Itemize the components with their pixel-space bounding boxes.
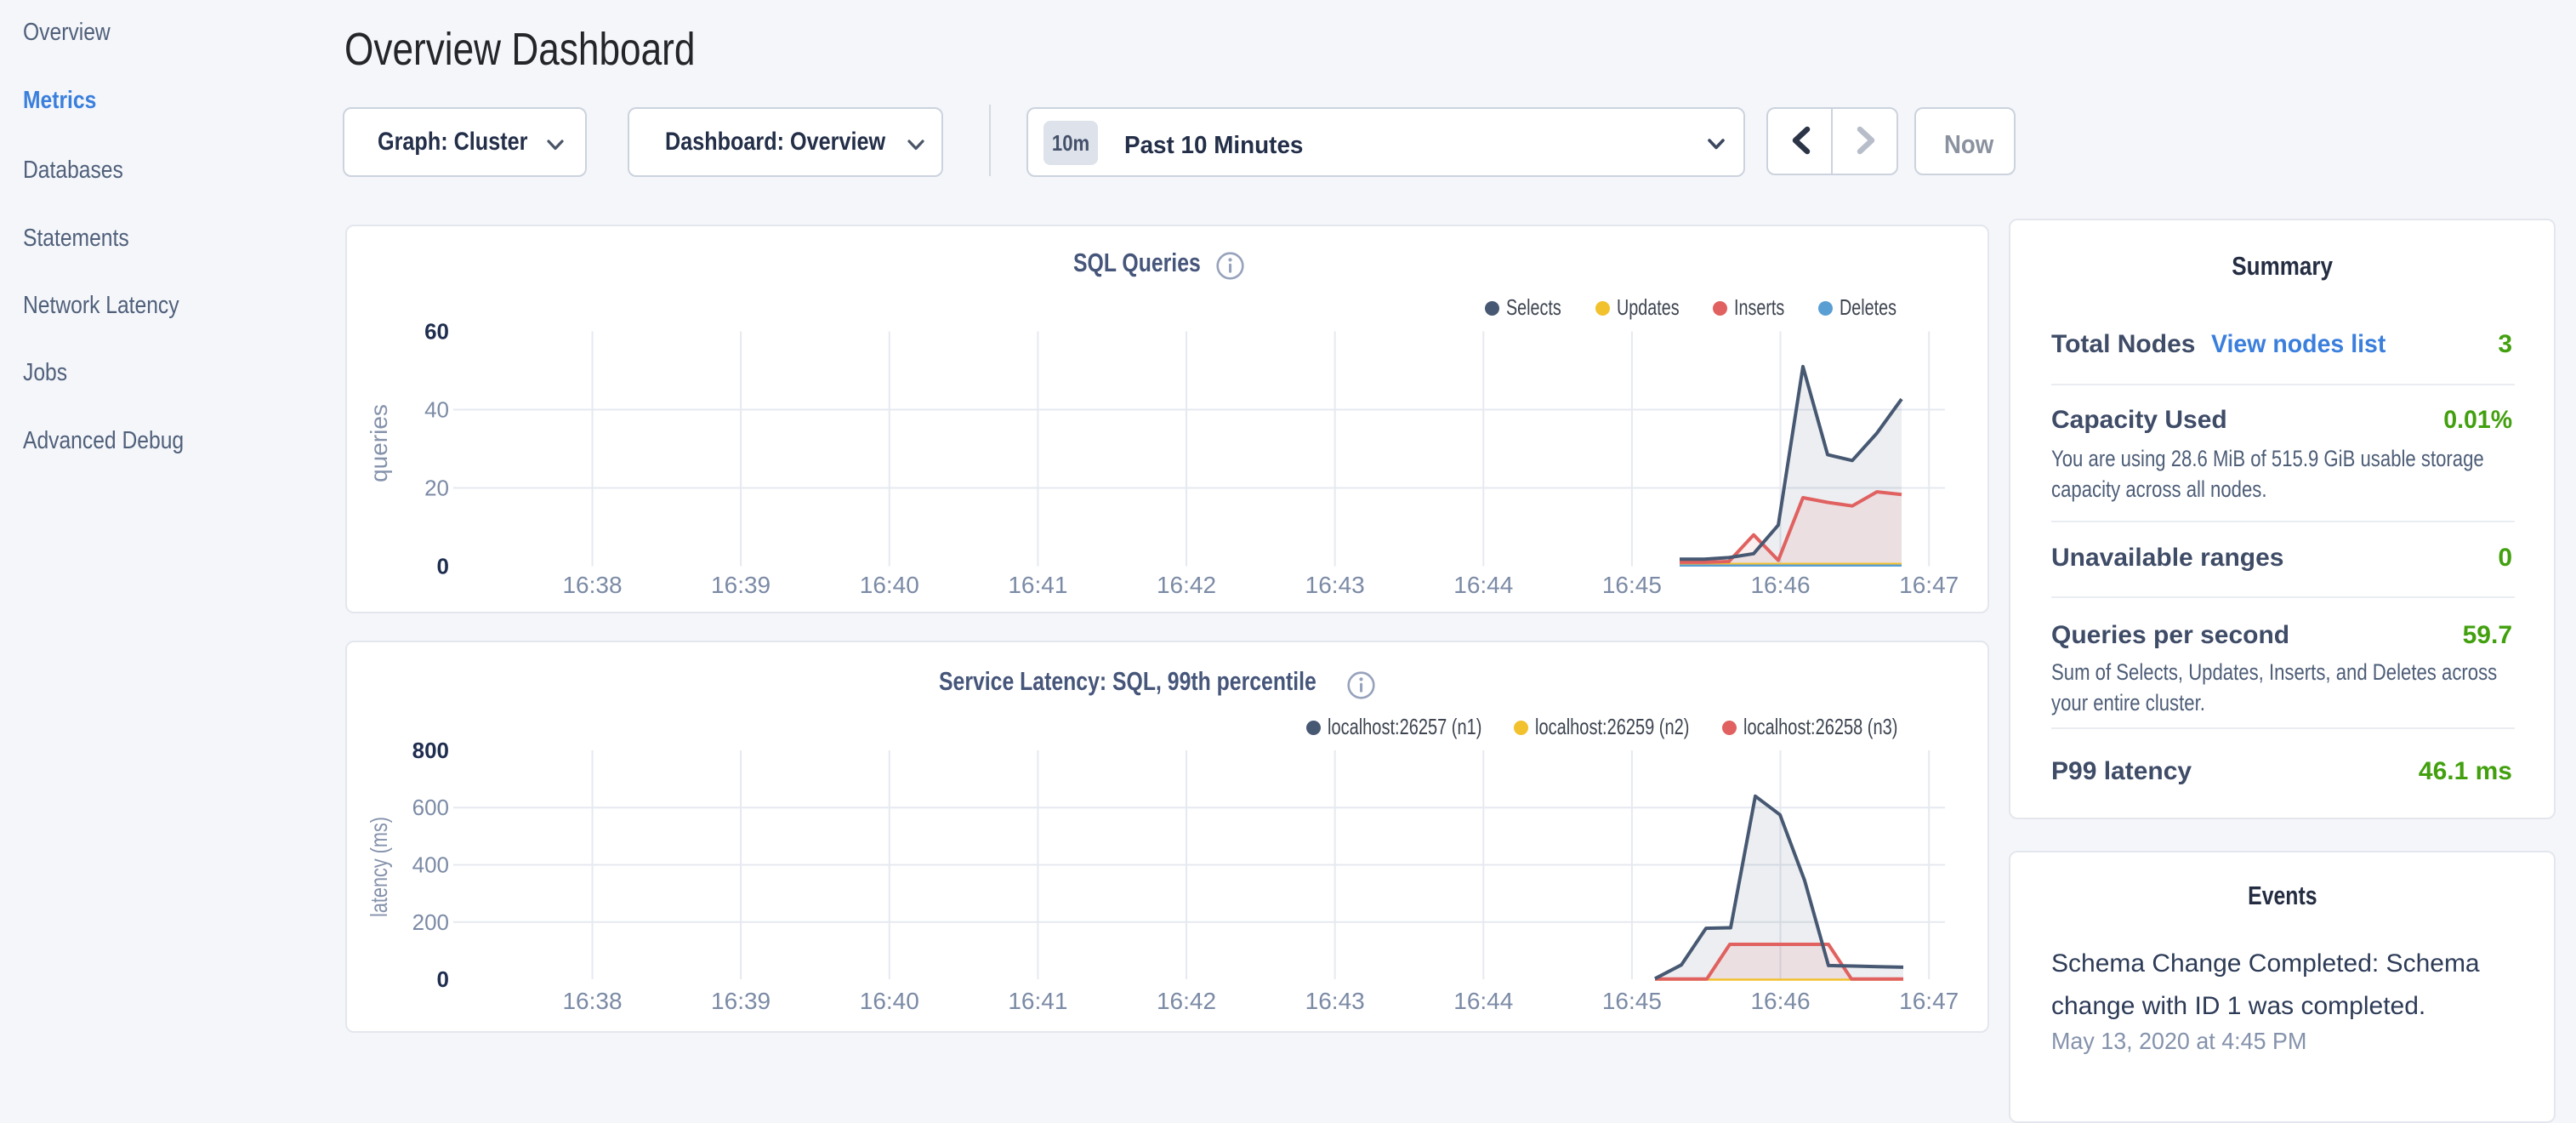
svg-text:16:44: 16:44 — [1453, 988, 1513, 1014]
svg-text:16:47: 16:47 — [1899, 572, 1959, 598]
svg-text:0: 0 — [437, 966, 449, 992]
svg-text:16:46: 16:46 — [1750, 988, 1810, 1014]
svg-text:600: 600 — [412, 795, 449, 820]
svg-text:16:46: 16:46 — [1750, 572, 1810, 598]
svg-text:16:39: 16:39 — [711, 988, 771, 1014]
svg-text:800: 800 — [412, 738, 449, 763]
svg-text:40: 40 — [424, 397, 449, 423]
svg-text:queries: queries — [366, 404, 392, 482]
svg-text:20: 20 — [424, 476, 449, 501]
svg-text:0: 0 — [437, 554, 449, 579]
svg-text:16:42: 16:42 — [1157, 572, 1216, 598]
svg-text:16:47: 16:47 — [1899, 988, 1959, 1014]
svg-text:16:38: 16:38 — [562, 572, 622, 598]
svg-text:16:45: 16:45 — [1602, 988, 1662, 1014]
svg-text:60: 60 — [424, 319, 449, 345]
svg-text:16:40: 16:40 — [860, 572, 919, 598]
svg-text:16:41: 16:41 — [1008, 988, 1067, 1014]
svg-text:16:44: 16:44 — [1453, 572, 1513, 598]
svg-text:16:38: 16:38 — [562, 988, 622, 1014]
svg-text:16:43: 16:43 — [1305, 572, 1365, 598]
svg-text:16:39: 16:39 — [711, 572, 771, 598]
svg-text:16:41: 16:41 — [1008, 572, 1067, 598]
svg-text:200: 200 — [412, 909, 449, 935]
svg-text:16:40: 16:40 — [860, 988, 919, 1014]
svg-text:latency (ms): latency (ms) — [366, 817, 392, 917]
svg-text:400: 400 — [412, 852, 449, 878]
svg-text:16:45: 16:45 — [1602, 572, 1662, 598]
svg-text:16:42: 16:42 — [1157, 988, 1216, 1014]
svg-text:16:43: 16:43 — [1305, 988, 1365, 1014]
